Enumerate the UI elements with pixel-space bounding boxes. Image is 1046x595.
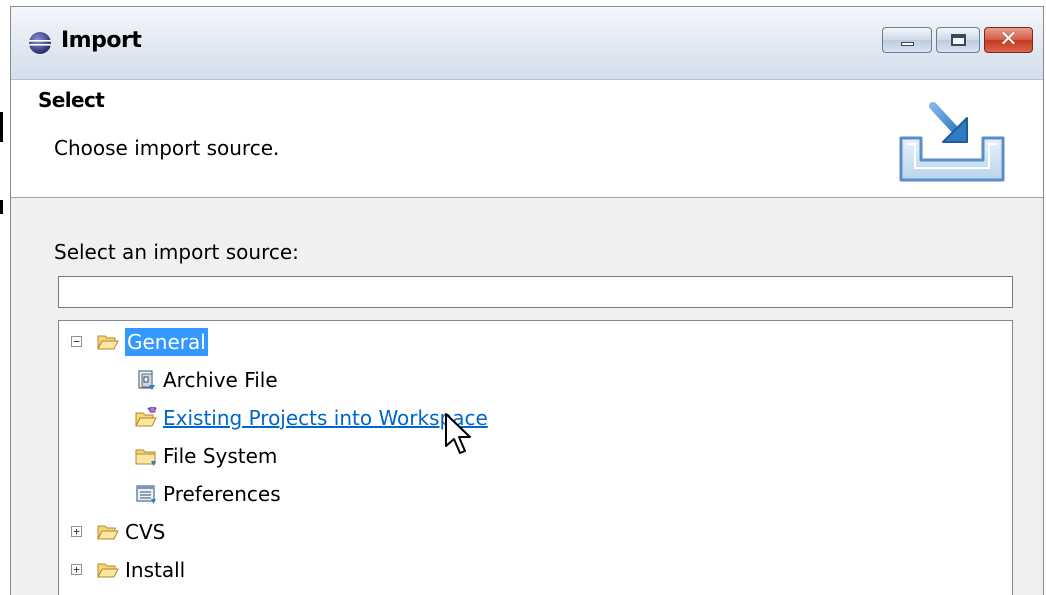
window-title: Import: [61, 28, 142, 53]
filter-input[interactable]: [58, 276, 1013, 308]
page-description: Choose import source.: [54, 136, 280, 160]
tree-item-preferences[interactable]: Preferences: [135, 476, 281, 512]
left-edge-mark-lower: [0, 200, 3, 214]
tree-item-label: Existing Projects into Workspace: [163, 406, 488, 430]
tree-item-label: CVS: [125, 520, 166, 544]
tree-item-file-system[interactable]: File System: [135, 438, 277, 474]
tree-item-label: Archive File: [163, 368, 278, 392]
preferences-icon: [136, 485, 156, 504]
left-edge-mark: [0, 112, 3, 142]
archive-file-icon: [138, 370, 155, 390]
minimize-button[interactable]: [882, 27, 932, 53]
folder-open-icon: [97, 335, 119, 350]
tree-item-label: File System: [163, 444, 278, 468]
tree-item-cvs[interactable]: + CVS: [71, 514, 165, 550]
tree-item-existing-projects[interactable]: Existing Projects into Workspace: [135, 400, 488, 436]
folder-open-icon: [97, 525, 119, 540]
import-wizard-icon: [899, 102, 1005, 182]
tree-item-install[interactable]: + Install: [71, 552, 185, 588]
tree-item-archive-file[interactable]: Archive File: [135, 362, 278, 398]
page-title: Select: [38, 88, 105, 112]
maximize-button[interactable]: [936, 27, 980, 53]
expand-icon[interactable]: +: [71, 526, 82, 537]
import-source-tree[interactable]: − General Archive File Existing Projects…: [58, 320, 1013, 595]
existing-projects-icon: [135, 407, 157, 427]
import-dialog: Import ✕ Select Choose import source. Se…: [10, 6, 1044, 595]
tree-item-label: General: [125, 328, 208, 356]
import-source-label: Select an import source:: [54, 240, 299, 264]
collapse-icon[interactable]: −: [71, 336, 82, 347]
expand-icon[interactable]: +: [71, 564, 82, 575]
title-bar[interactable]: Import ✕: [11, 7, 1043, 80]
tree-item-general[interactable]: − General: [71, 324, 208, 360]
eclipse-icon: [29, 32, 51, 54]
minimize-icon: [901, 42, 914, 46]
mouse-cursor-icon: [445, 413, 471, 454]
folder-open-icon: [97, 563, 119, 578]
close-icon: ✕: [999, 27, 1018, 52]
tree-item-label: Preferences: [163, 482, 281, 506]
maximize-icon: [951, 34, 966, 46]
tree-item-label: Install: [125, 558, 186, 582]
folder-icon: [135, 449, 156, 466]
wizard-body: Select an import source: − General Archi…: [11, 198, 1043, 595]
close-button[interactable]: ✕: [984, 27, 1033, 53]
wizard-header: Select Choose import source.: [11, 80, 1043, 198]
